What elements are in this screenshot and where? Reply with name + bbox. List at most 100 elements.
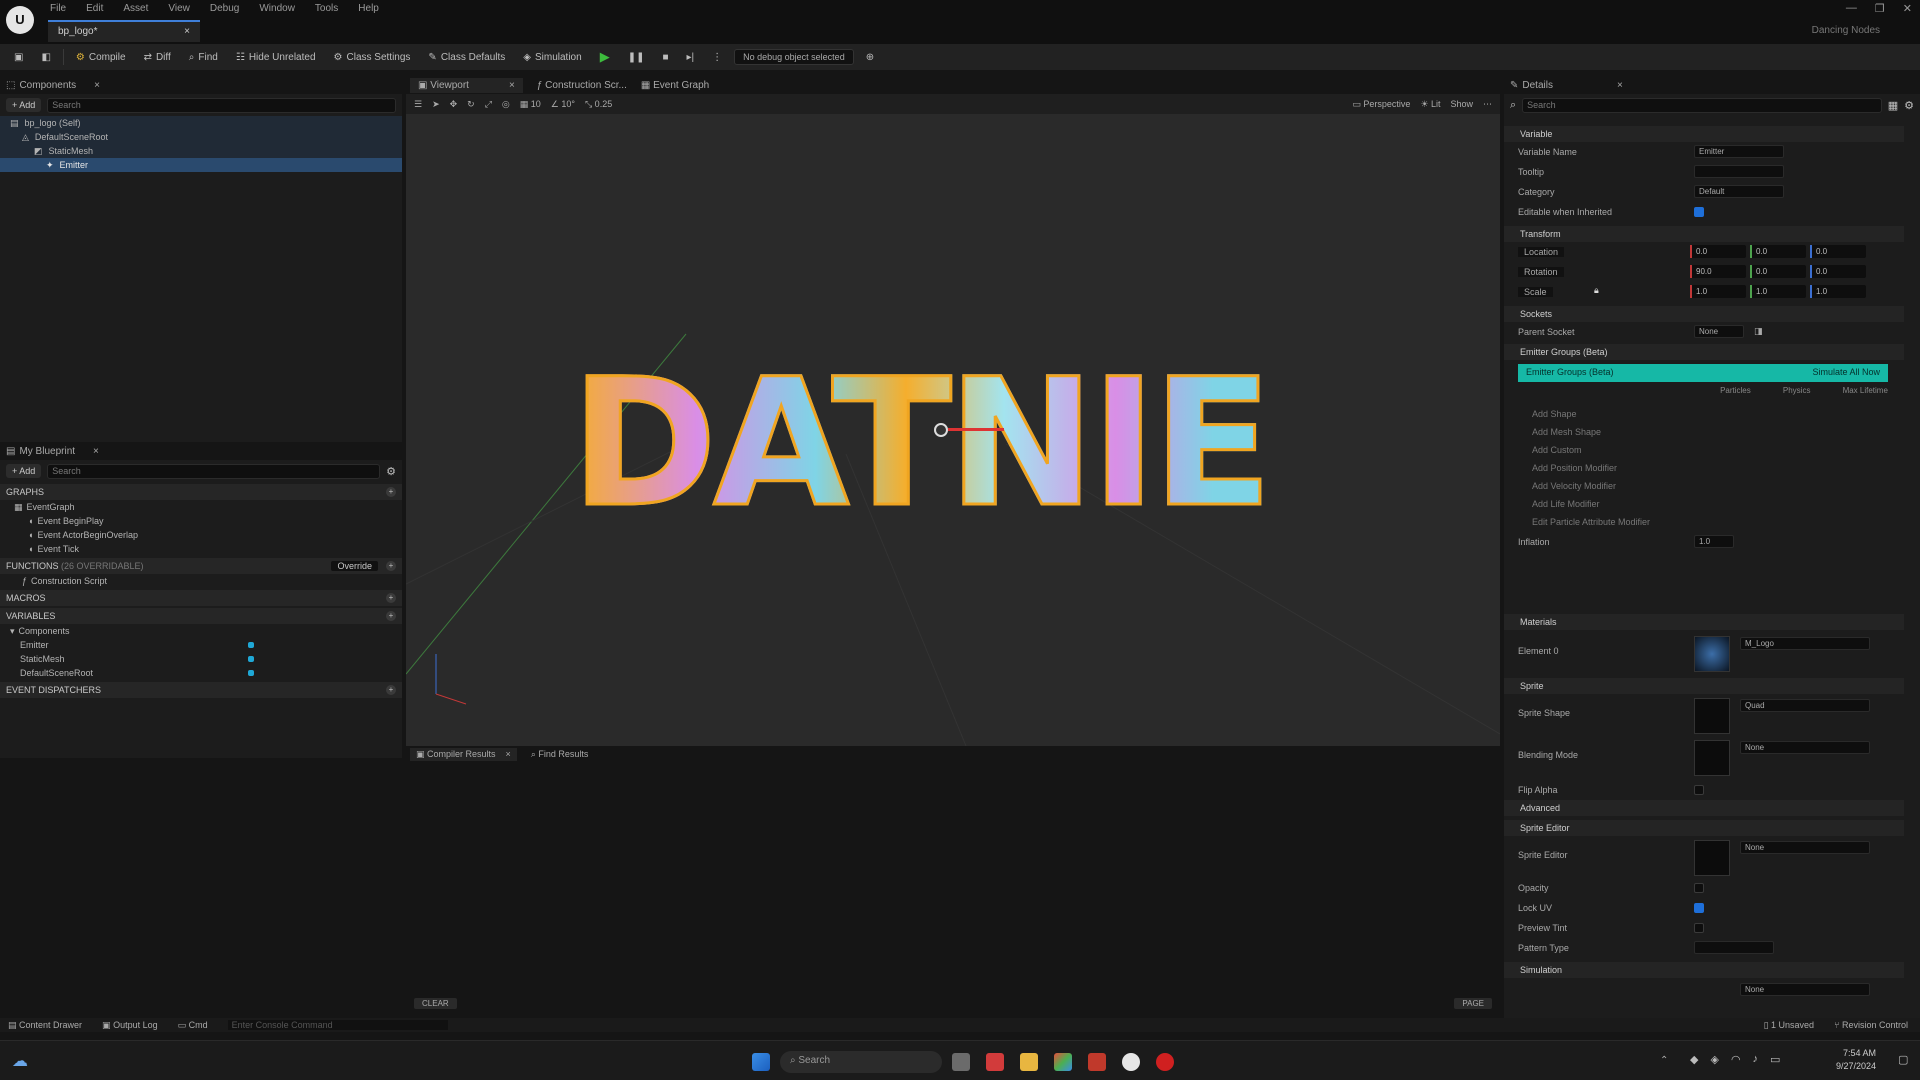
unsaved-indicator[interactable]: ▯ 1 Unsaved — [1764, 1020, 1814, 1031]
tree-item-default-scene-root[interactable]: ◬ DefaultSceneRoot — [0, 130, 402, 144]
show-button[interactable]: Show — [1450, 99, 1473, 109]
add-dispatcher-icon[interactable]: + — [386, 685, 396, 695]
record-icon[interactable] — [1156, 1053, 1174, 1071]
menu-edit[interactable]: Edit — [86, 3, 103, 14]
lit-button[interactable]: ☀ Lit — [1420, 99, 1440, 110]
gear-icon[interactable]: ⚙ — [386, 465, 396, 478]
section-simulation[interactable]: Simulation — [1504, 962, 1904, 978]
class-defaults-button[interactable]: ✎ Class Defaults — [422, 47, 511, 67]
rotation-y-input[interactable]: 0.0 — [1750, 265, 1806, 278]
save-icon[interactable]: ▣ — [8, 47, 29, 67]
tree-item-self[interactable]: ▤ bp_logo (Self) — [0, 116, 402, 130]
emitter-row[interactable]: Add Position Modifier — [1504, 460, 1904, 476]
functions-section[interactable]: FUNCTIONS (26 OVERRIDABLE) Override + — [0, 558, 402, 574]
office-icon[interactable] — [1088, 1053, 1106, 1071]
variables-section[interactable]: VARIABLES + — [0, 608, 402, 624]
rotate-tool-icon[interactable]: ↻ — [467, 99, 475, 110]
section-advanced[interactable]: Advanced — [1504, 800, 1904, 816]
gizmo-x-arrow[interactable] — [948, 428, 1004, 431]
browse-socket-icon[interactable]: ◨ — [1754, 326, 1763, 337]
tray-app-icon[interactable]: ◆ — [1690, 1053, 1698, 1066]
material-thumbnail[interactable] — [1694, 636, 1730, 672]
event-dispatchers-section[interactable]: EVENT DISPATCHERS + — [0, 682, 402, 698]
event-graph-item[interactable]: ▦ EventGraph — [0, 500, 402, 514]
preview-tint-checkbox[interactable] — [1694, 923, 1704, 933]
move-tool-icon[interactable]: ✥ — [450, 99, 458, 110]
sprite-shape-thumbnail[interactable] — [1694, 698, 1730, 734]
rotation-mode-select[interactable]: Rotation — [1518, 267, 1564, 277]
diff-button[interactable]: ⇄ Diff — [138, 47, 177, 67]
snap-rotation-icon[interactable]: ∠ 10° — [551, 99, 575, 110]
close-icon[interactable]: × — [94, 80, 100, 91]
tab-construction-script[interactable]: ƒ Construction Scr... — [537, 80, 627, 91]
add-component-button[interactable]: + Add — [6, 98, 42, 112]
more-options-icon[interactable]: ⋮ — [706, 47, 728, 67]
parent-socket-input[interactable]: None — [1694, 325, 1744, 338]
emitter-gizmo-icon[interactable] — [934, 423, 948, 437]
world-space-icon[interactable]: ◎ — [502, 99, 510, 110]
tree-item-static-mesh[interactable]: ◩ StaticMesh — [0, 144, 402, 158]
menu-file[interactable]: File — [50, 3, 66, 14]
simulate-all-bar[interactable]: Emitter Groups (Beta) Simulate All Now — [1518, 364, 1888, 382]
add-macro-icon[interactable]: + — [386, 593, 396, 603]
components-tab[interactable]: ⬚ Components × — [6, 80, 100, 91]
tooltip-input[interactable] — [1694, 165, 1784, 178]
debug-object-select[interactable]: No debug object selected — [734, 49, 854, 65]
components-search-input[interactable]: Search — [47, 97, 396, 113]
unreal-taskbar-icon[interactable] — [1122, 1053, 1140, 1071]
variable-item-static-mesh[interactable]: StaticMesh — [0, 652, 402, 666]
menu-help[interactable]: Help — [358, 3, 379, 14]
perspective-button[interactable]: ▭ Perspective — [1352, 99, 1410, 110]
view-options-icon[interactable]: ▦ — [1888, 99, 1898, 112]
clock[interactable]: 7:54 AM 9/27/2024 — [1836, 1047, 1876, 1073]
scale-tool-icon[interactable]: ⤢ — [485, 99, 492, 110]
rotation-x-input[interactable]: 90.0 — [1690, 265, 1746, 278]
viewport-menu-icon[interactable]: ☰ — [414, 99, 422, 110]
volume-icon[interactable]: ♪ — [1753, 1053, 1759, 1066]
close-window-icon[interactable]: ✕ — [1903, 2, 1912, 15]
snap-grid-icon[interactable]: ▦ 10 — [520, 99, 541, 110]
lock-icon[interactable]: 🔒︎ — [1594, 285, 1599, 296]
debug-target-icon[interactable]: ⊕ — [860, 47, 880, 67]
variable-item-default-scene-root[interactable]: DefaultSceneRoot — [0, 666, 402, 680]
tab-find-results[interactable]: ⌕ Find Results — [531, 749, 589, 760]
menu-view[interactable]: View — [168, 3, 190, 14]
location-mode-select[interactable]: Location — [1518, 247, 1565, 257]
clear-button[interactable]: CLEAR — [414, 998, 457, 1009]
revision-control-button[interactable]: ⑂ Revision Control — [1834, 1020, 1908, 1030]
find-button[interactable]: ⌕ Find — [183, 47, 224, 67]
notification-icon[interactable]: ▢ — [1898, 1053, 1908, 1066]
event-begin-play-item[interactable]: ◖ Event BeginPlay — [0, 514, 402, 528]
material-select[interactable]: M_Logo — [1740, 637, 1870, 650]
simulation-button[interactable]: ◈ Simulation — [517, 47, 587, 67]
stop-icon[interactable]: ■ — [656, 47, 674, 67]
category-select[interactable]: Default — [1694, 185, 1784, 198]
tray-chevron-icon[interactable]: ⌃ — [1660, 1055, 1668, 1066]
browse-icon[interactable]: ◧ — [35, 47, 56, 67]
close-icon[interactable]: × — [184, 26, 190, 38]
network-icon[interactable]: ◠ — [1731, 1053, 1741, 1066]
section-variable[interactable]: Variable — [1504, 126, 1904, 142]
section-emitter-groups[interactable]: Emitter Groups (Beta) — [1504, 344, 1904, 360]
play-icon[interactable]: ▶ — [594, 47, 616, 67]
console-input[interactable]: Enter Console Command — [227, 1020, 448, 1030]
select-tool-icon[interactable]: ➤ — [432, 99, 440, 110]
menu-asset[interactable]: Asset — [123, 3, 148, 14]
tab-viewport[interactable]: ▣ Viewport × — [410, 77, 523, 93]
snap-scale-icon[interactable]: ⤡ 0.25 — [585, 99, 612, 110]
app-icon[interactable] — [986, 1053, 1004, 1071]
output-log-button[interactable]: ▣ Output Log — [102, 1020, 158, 1031]
viewport[interactable]: ☰ ➤ ✥ ↻ ⤢ ◎ ▦ 10 ∠ 10° ⤡ 0.25 ▭ Perspect… — [406, 94, 1500, 746]
file-explorer-icon[interactable] — [1020, 1053, 1038, 1071]
variables-components-group[interactable]: ▾ Components — [0, 624, 402, 638]
sprite-editor-select[interactable]: None — [1740, 841, 1870, 854]
content-drawer-button[interactable]: ▤ Content Drawer — [8, 1020, 82, 1031]
blending-thumbnail[interactable] — [1694, 740, 1730, 776]
flip-alpha-checkbox[interactable] — [1694, 785, 1704, 795]
section-sprite[interactable]: Sprite — [1504, 678, 1904, 694]
class-settings-button[interactable]: ⚙ Class Settings — [328, 47, 417, 67]
weather-icon[interactable]: ☁ — [12, 1051, 28, 1071]
section-sprite-editor[interactable]: Sprite Editor — [1504, 820, 1904, 836]
lock-uv-checkbox[interactable] — [1694, 903, 1704, 913]
sprite-editor-thumbnail[interactable] — [1694, 840, 1730, 876]
